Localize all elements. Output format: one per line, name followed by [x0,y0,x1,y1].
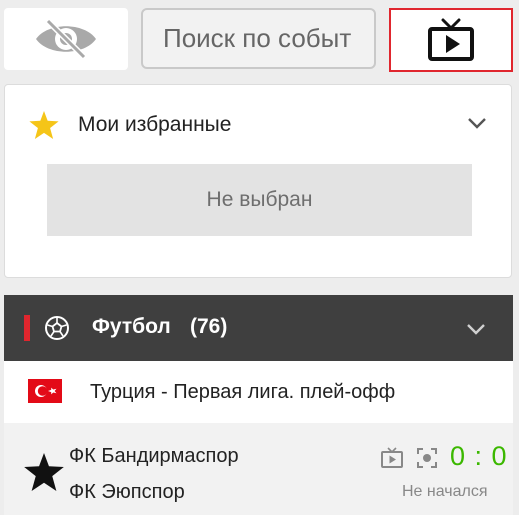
top-toolbar [0,0,519,80]
chevron-down-icon[interactable] [466,322,486,336]
star-icon [29,111,59,139]
away-team-name: ФК Эюпспор [69,481,185,503]
turkey-flag-icon [28,379,62,403]
sport-accent-bar [24,315,30,341]
home-team-name: ФК Бандирмаспор [69,445,239,467]
search-input[interactable] [143,10,374,67]
eye-off-icon [36,19,96,59]
tv-icon [428,18,474,61]
league-name: Турция - Первая лига. плей-офф [90,381,396,403]
favorites-title: Мои избранные [78,113,232,136]
visibility-toggle-button[interactable] [4,8,128,70]
star-icon[interactable] [24,453,64,491]
target-icon[interactable] [416,447,438,469]
tv-icon[interactable] [380,447,404,469]
sport-name: Футбол [92,315,171,338]
soccer-ball-icon [45,316,69,340]
chevron-down-icon[interactable] [467,116,487,130]
live-tv-button[interactable] [389,8,513,72]
match-row[interactable]: ФК Бандирмаспор ФК Эюпспор 0 : 0 Не нача… [4,423,513,515]
favorites-panel: Мои избранные Не выбран [4,84,512,278]
favorites-header[interactable]: Мои избранные [5,85,511,165]
match-score: 0 : 0 [450,441,508,471]
favorites-empty-placeholder: Не выбран [47,164,472,236]
sport-section-header[interactable]: Футбол (76) [4,295,513,361]
sport-event-count: (76) [190,315,228,338]
league-row[interactable]: Турция - Первая лига. плей-офф [4,361,513,423]
search-field[interactable] [141,8,376,69]
match-status: Не начался [402,483,488,500]
